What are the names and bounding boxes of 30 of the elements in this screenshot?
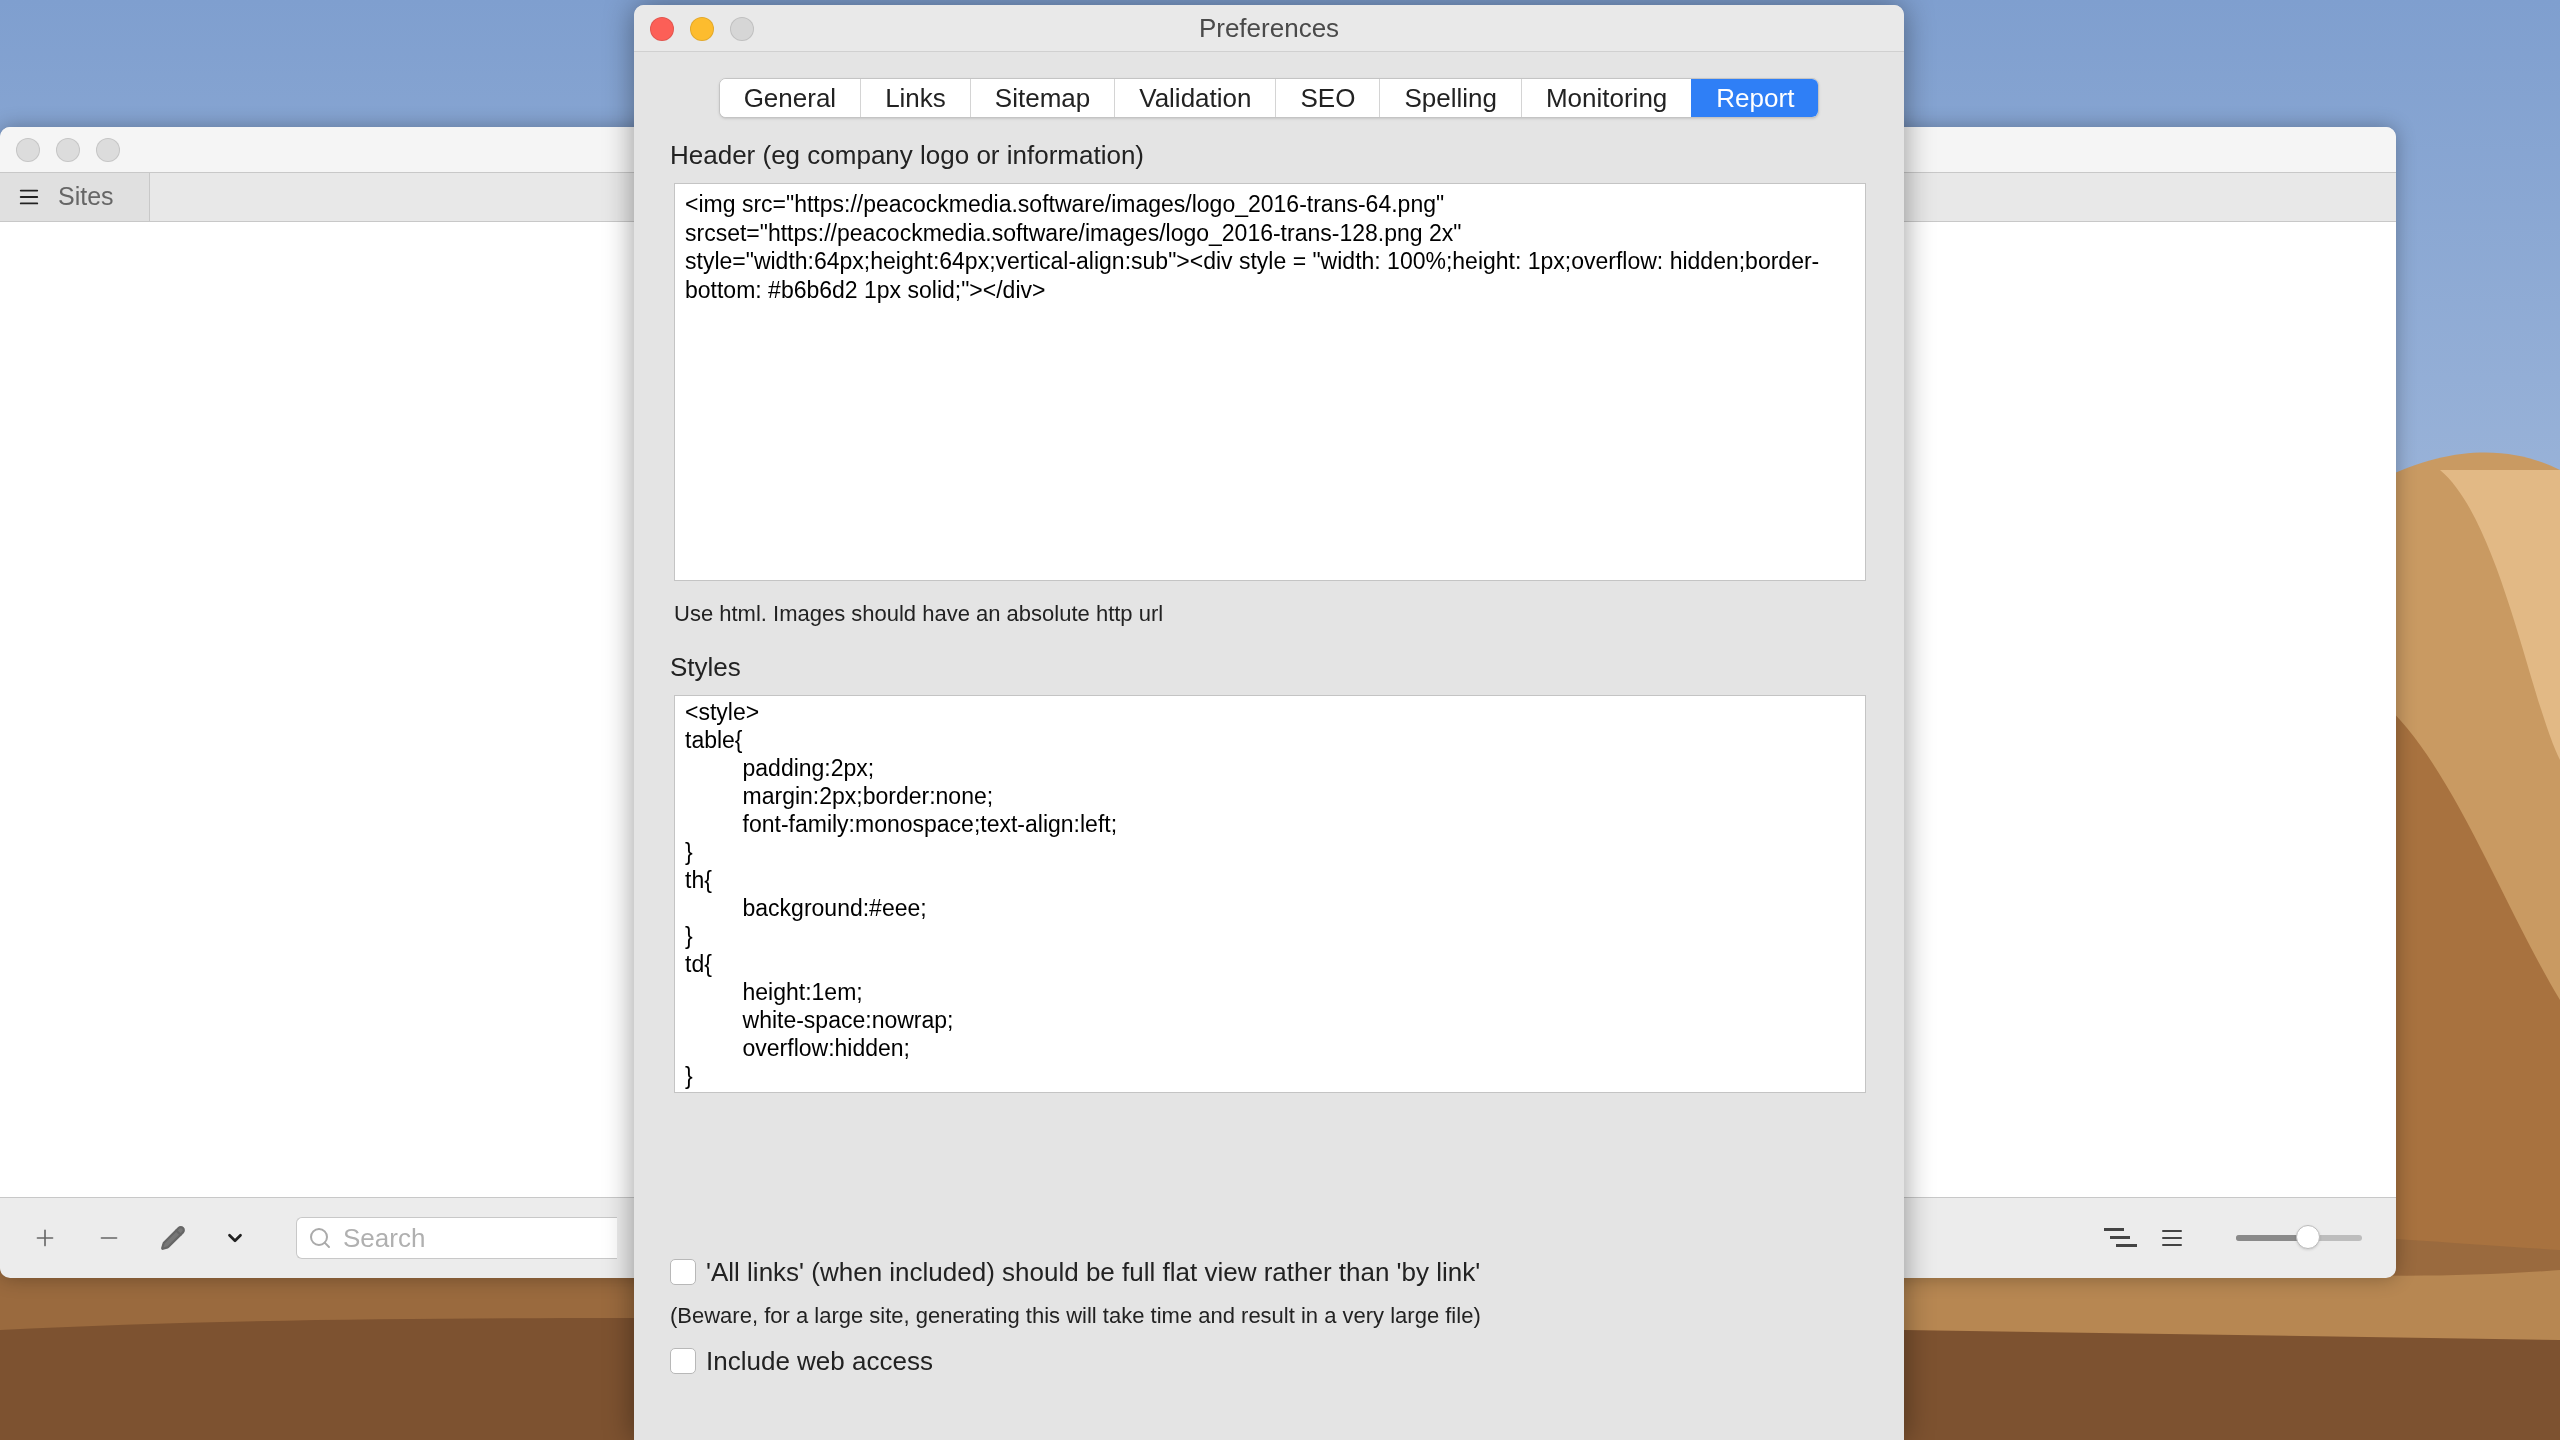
tab[interactable]: General <box>719 79 861 117</box>
field-label: Styles <box>670 651 742 684</box>
tab[interactable]: Report <box>1691 79 1819 117</box>
zoom-slider[interactable] <box>2236 1225 2362 1251</box>
close-button[interactable] <box>650 17 674 41</box>
zoom-button[interactable] <box>96 137 120 162</box>
tab[interactable]: SEO <box>1275 79 1380 117</box>
minimize-button[interactable] <box>690 17 714 41</box>
window-title: Preferences <box>1198 11 1340 45</box>
checkbox[interactable] <box>670 1348 696 1374</box>
close-button[interactable] <box>16 137 40 162</box>
text-area[interactable]: <img src="https://peacockmedia.software/images/logo_2016-trans-64.png" srcset="https://peacockmedia.software/images/logo_2016-trans-128.png 2x" style="width:64px;height:64px;vertical-align:sub"><div style = "width: 100%;height: 1px;overflow: hidden;border-bottom: #b6b6d2 1px solid;"></div> <box>674 183 1866 581</box>
minimize-button[interactable] <box>56 137 80 162</box>
checkbox-label[interactable]: Include web access <box>706 1341 933 1381</box>
checkbox[interactable] <box>670 1259 696 1285</box>
checkbox-label[interactable]: 'All links' (when included) should be full flat view rather than 'by link' <box>706 1252 1481 1292</box>
indent-lines-icon[interactable] <box>2104 1227 2138 1249</box>
tab[interactable]: Monitoring <box>1520 79 1692 117</box>
tab[interactable]: Spelling <box>1379 79 1521 117</box>
tab[interactable]: Validation <box>1114 79 1276 117</box>
search-icon <box>308 1226 332 1250</box>
note-text: (Beware, for a large site, generating this will take time and result in a very large file) <box>670 1302 1482 1330</box>
tab[interactable]: Links <box>860 79 970 117</box>
sidebar-tab[interactable]: Sites <box>0 173 150 221</box>
field-label: Header (eg company logo or information) <box>670 139 1146 172</box>
tab[interactable]: Sitemap <box>969 79 1115 117</box>
search-field[interactable]: Search <box>296 1217 617 1259</box>
pencil-icon[interactable] <box>160 1225 186 1251</box>
hint-text: Use html. Images should have an absolute http url <box>674 600 1165 628</box>
text-area[interactable]: <style> table{ padding:2px; margin:2px;border:none; font-family:monospace;text-align:left; } th{ background:#eee; } td{ height:1em; white-space:nowrap; overflow:hidden; } <box>674 695 1866 1093</box>
